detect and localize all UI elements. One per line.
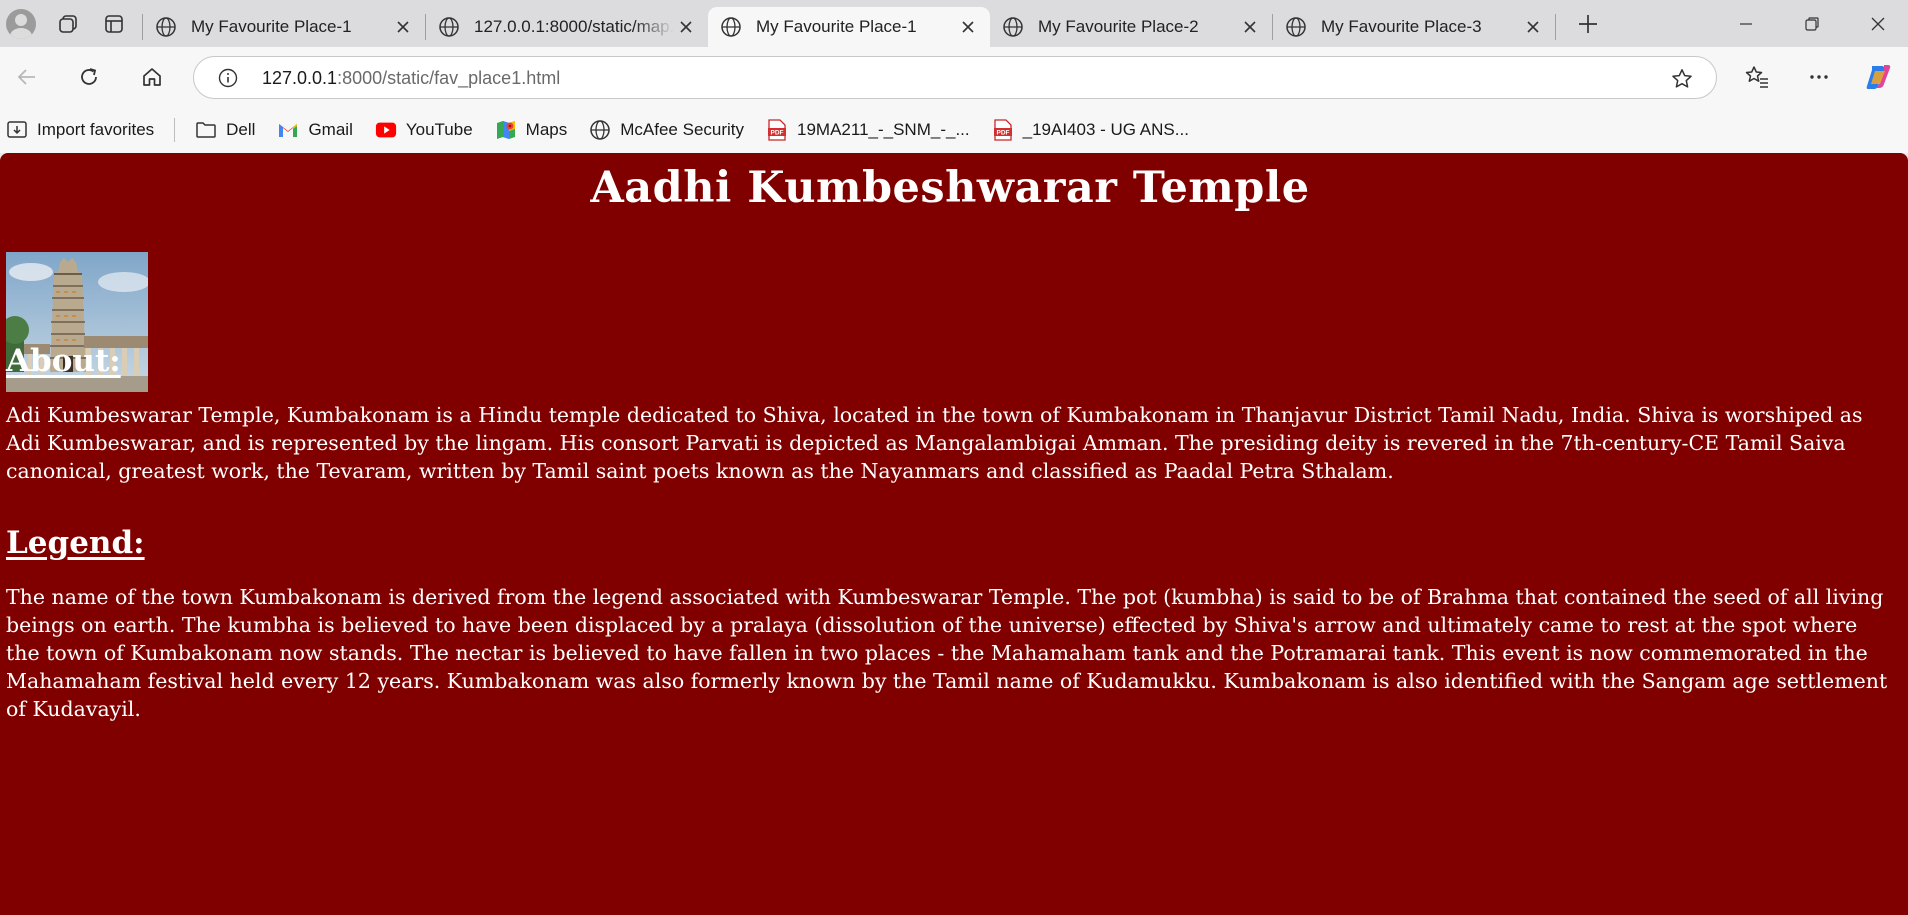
- plus-icon: [1579, 14, 1597, 33]
- profile-avatar[interactable]: [6, 8, 36, 39]
- favorites-button[interactable]: [1738, 58, 1776, 96]
- bookmarks-separator: [174, 118, 176, 142]
- url-text[interactable]: 127.0.0.1:8000/static/fav_place1.html: [262, 68, 560, 89]
- url-path: :8000/static/fav_place1.html: [337, 68, 561, 88]
- bookmark-label: Maps: [525, 120, 568, 139]
- globe-icon: [439, 16, 459, 37]
- tab-title: My Favourite Place-1: [756, 16, 917, 36]
- maps-icon: [495, 119, 517, 141]
- close-window-button[interactable]: [1846, 0, 1908, 47]
- close-tab-icon[interactable]: [676, 17, 696, 37]
- close-tab-icon[interactable]: [1240, 17, 1260, 37]
- tab-map[interactable]: 127.0.0.1:8000/static/map.h: [426, 7, 708, 47]
- folder-icon: [195, 119, 217, 141]
- navigation-bar: 127.0.0.1:8000/static/fav_place1.html: [0, 47, 1908, 107]
- bookmark-19ma211[interactable]: PDF 19MA211_-_SNM_-_...: [766, 119, 970, 141]
- new-tab-button[interactable]: [1568, 4, 1608, 44]
- more-dots-icon: [1810, 75, 1828, 79]
- about-heading: About:: [6, 343, 121, 379]
- minimize-button[interactable]: [1714, 0, 1778, 47]
- bookmark-gmail[interactable]: Gmail: [277, 119, 353, 141]
- pdf-icon: PDF: [766, 119, 788, 141]
- minimize-icon: [1740, 22, 1752, 25]
- close-tab-icon[interactable]: [1523, 17, 1543, 37]
- workspaces-icon[interactable]: [48, 4, 88, 44]
- close-tab-icon[interactable]: [958, 17, 978, 37]
- bookmark-maps[interactable]: Maps: [495, 119, 568, 141]
- legend-heading: Legend:: [6, 525, 145, 561]
- page-title: Aadhi Kumbeshwarar Temple: [590, 163, 1310, 213]
- bookmark-19ai403[interactable]: PDF _19AI403 - UG ANS...: [992, 119, 1189, 141]
- svg-text:PDF: PDF: [996, 130, 1009, 137]
- settings-more-button[interactable]: [1800, 58, 1838, 96]
- url-host: 127.0.0.1: [262, 68, 338, 88]
- globe-icon: [1003, 16, 1023, 37]
- bookmark-label: YouTube: [405, 120, 473, 139]
- youtube-icon: [375, 119, 397, 141]
- about-paragraph: Adi Kumbeswarar Temple, Kumbakonam is a …: [6, 403, 1863, 483]
- restore-button[interactable]: [1780, 0, 1844, 47]
- address-bar[interactable]: 127.0.0.1:8000/static/fav_place1.html: [193, 56, 1717, 99]
- bookmark-label: 19MA211_-_SNM_-_...: [797, 120, 970, 139]
- pdf-icon: PDF: [992, 119, 1014, 141]
- globe-icon: [156, 16, 176, 37]
- restore-icon: [1805, 16, 1819, 31]
- gmail-icon: [277, 119, 299, 141]
- tab-separator: [1555, 13, 1556, 40]
- refresh-button[interactable]: [70, 58, 108, 96]
- close-tab-icon[interactable]: [393, 17, 413, 37]
- bookmark-import-favorites[interactable]: Import favorites: [6, 119, 154, 141]
- refresh-icon: [81, 68, 97, 85]
- bookmark-label: Import favorites: [37, 120, 155, 139]
- back-button[interactable]: [8, 58, 46, 96]
- svg-text:PDF: PDF: [771, 130, 784, 137]
- bookmark-label: Dell: [226, 120, 256, 139]
- globe-icon: [1286, 16, 1306, 37]
- tab-title: 127.0.0.1:8000/static/map.h: [474, 16, 674, 36]
- tab-title: My Favourite Place-2: [1038, 16, 1199, 36]
- tab-fav-place-2[interactable]: My Favourite Place-2: [990, 7, 1272, 47]
- bookmark-mcafee[interactable]: McAfee Security: [589, 119, 744, 141]
- tab-title: My Favourite Place-1: [191, 16, 352, 36]
- tab-title: My Favourite Place-3: [1321, 16, 1482, 36]
- home-icon: [143, 68, 161, 86]
- tab-fav-place-1[interactable]: My Favourite Place-1: [143, 7, 425, 47]
- globe-icon: [721, 16, 741, 37]
- bookmark-label: Gmail: [308, 120, 353, 139]
- import-icon: [6, 119, 28, 141]
- close-icon: [1871, 17, 1885, 30]
- tab-strip: My Favourite Place-1 127.0.0.1:8000/stat…: [0, 0, 1908, 47]
- tab-fav-place-1-active[interactable]: My Favourite Place-1: [708, 6, 990, 47]
- bookmark-label: McAfee Security: [620, 120, 745, 139]
- globe-icon: [589, 119, 611, 141]
- copilot-icon: [1866, 65, 1891, 89]
- favorites-icon: [1745, 66, 1768, 88]
- copilot-button[interactable]: [1859, 58, 1897, 96]
- back-arrow-icon: [17, 69, 35, 85]
- legend-paragraph: The name of the town Kumbakonam is deriv…: [6, 585, 1888, 721]
- bookmarks-bar: Import favorites Dell Gmail YouTube Maps…: [0, 107, 1908, 153]
- bookmark-dell[interactable]: Dell: [195, 119, 255, 141]
- add-favorite-star-icon[interactable]: [1670, 67, 1694, 91]
- home-button[interactable]: [133, 58, 171, 96]
- site-info-icon[interactable]: [218, 68, 238, 88]
- tab-fav-place-3[interactable]: My Favourite Place-3: [1273, 7, 1555, 47]
- bookmark-youtube[interactable]: YouTube: [375, 119, 473, 141]
- bookmark-label: _19AI403 - UG ANS...: [1022, 120, 1189, 139]
- page-content: Aadhi Kumbeshwarar Temple About: Adi Kum…: [0, 153, 1908, 915]
- vertical-tabs-icon[interactable]: [94, 4, 134, 44]
